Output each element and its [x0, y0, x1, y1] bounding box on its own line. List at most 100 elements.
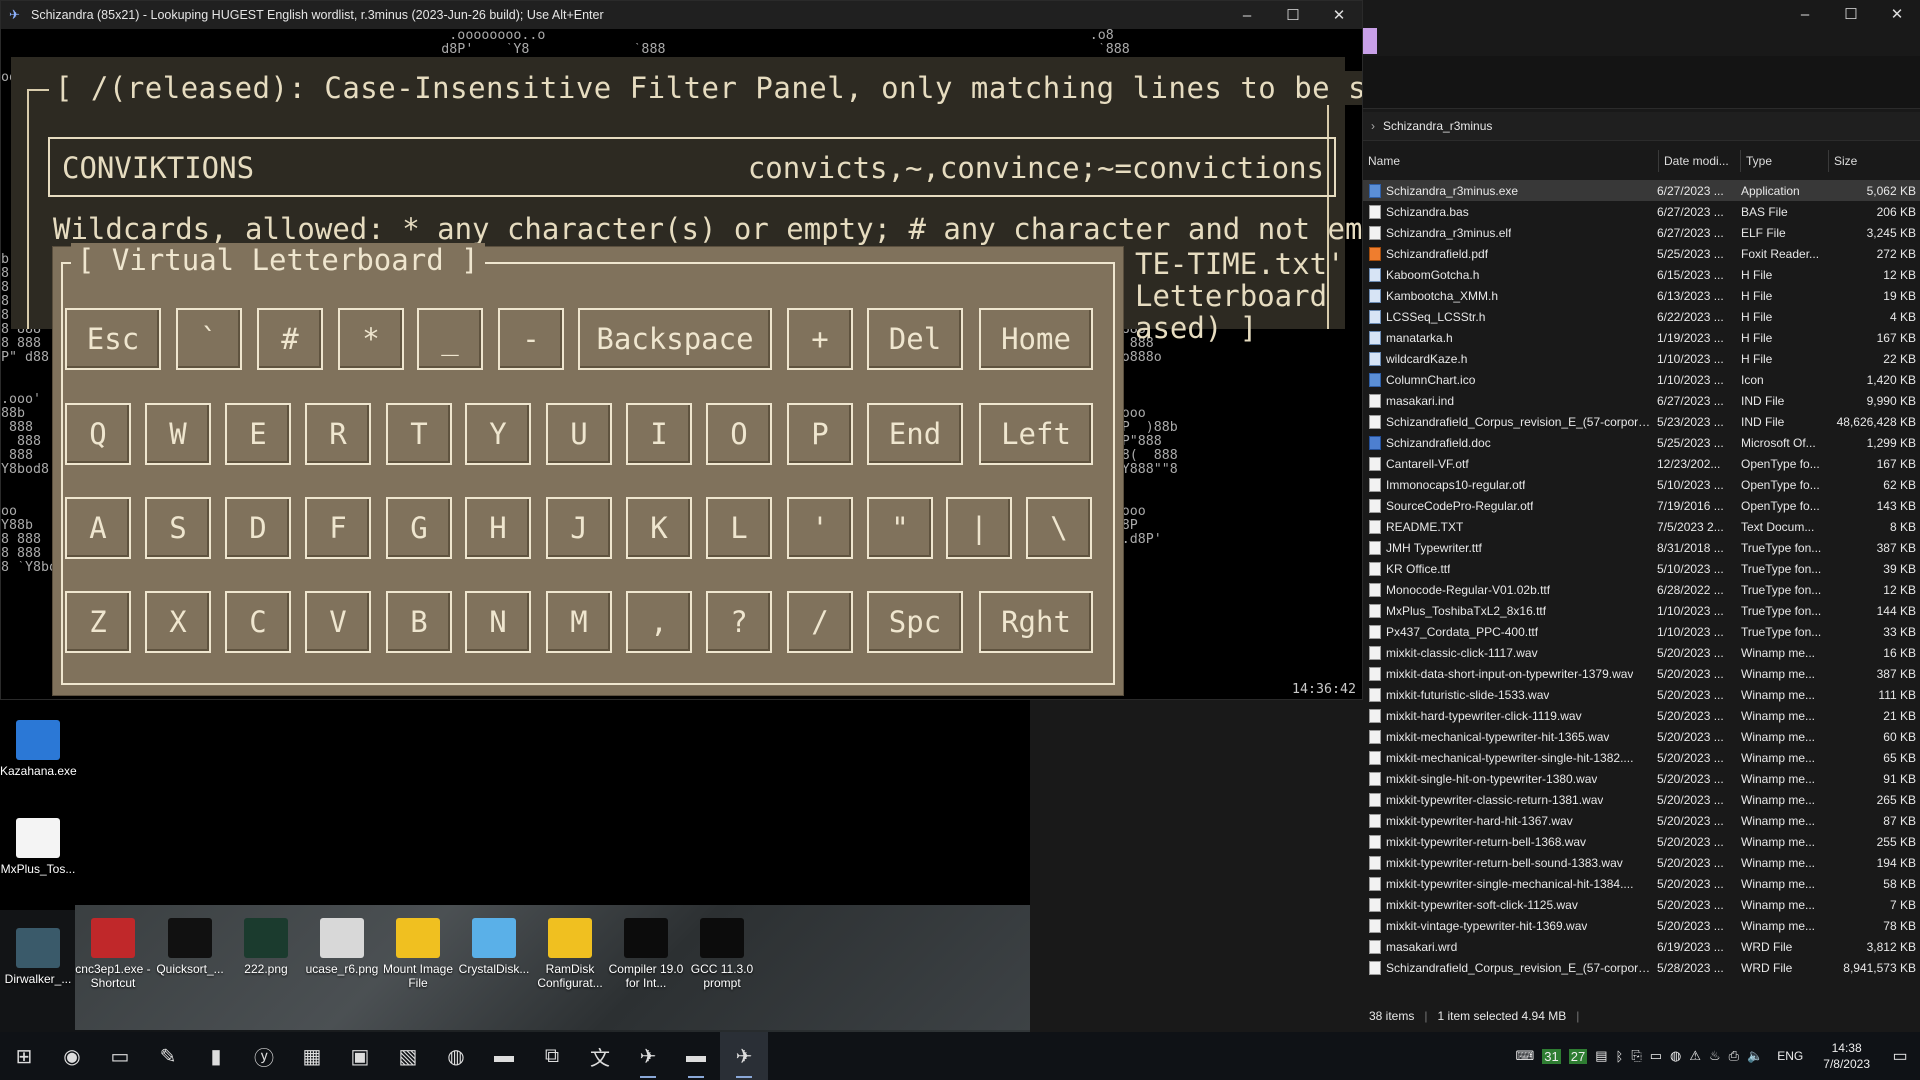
taskbar-notepad-icon[interactable]: ✎ [144, 1032, 192, 1080]
file-row[interactable]: mixkit-mechanical-typewriter-hit-1365.wa… [1363, 726, 1920, 747]
key-0-2[interactable]: # [257, 308, 323, 370]
console-window[interactable]: ✈ Schizandra (85x21) - Lookuping HUGEST … [0, 0, 1363, 700]
file-row[interactable]: Monocode-Regular-V01.02b.ttf 6/28/2022 ..… [1363, 579, 1920, 600]
desktop-icon[interactable]: GCC 11.3.0 prompt [684, 918, 760, 990]
desktop-icon[interactable]: CrystalDisk... [456, 918, 532, 976]
taskbar-firefox-icon[interactable]: ◉ [48, 1032, 96, 1080]
tray-counter-2[interactable]: 27 [1568, 1048, 1588, 1064]
taskbar-schizandra-2-icon[interactable]: ✈ [720, 1032, 768, 1080]
key-1-2[interactable]: E [225, 403, 291, 465]
key-1-10[interactable]: End [867, 403, 963, 465]
warning-icon[interactable]: ⚠ [1689, 1048, 1701, 1064]
file-row[interactable]: mixkit-typewriter-classic-return-1381.wa… [1363, 789, 1920, 810]
battery-icon[interactable]: ▭ [1650, 1048, 1662, 1064]
language-indicator[interactable]: ENG [1777, 1049, 1803, 1063]
key-3-1[interactable]: X [145, 591, 211, 653]
keyboard-icon[interactable]: ⌨ [1516, 1048, 1535, 1064]
printer-icon[interactable]: ⎙ [1729, 1048, 1739, 1064]
file-row[interactable]: ColumnChart.ico 1/10/2023 ... Icon 1,420 KB [1363, 369, 1920, 390]
column-header-size[interactable]: Size [1829, 150, 1919, 172]
desktop-icon[interactable]: Kazahana.exe [0, 720, 77, 778]
file-row[interactable]: mixkit-mechanical-typewriter-single-hit-… [1363, 747, 1920, 768]
console-titlebar[interactable]: ✈ Schizandra (85x21) - Lookuping HUGEST … [1, 1, 1362, 29]
key-3-10[interactable]: Spc [867, 591, 963, 653]
key-2-12[interactable]: \ [1026, 497, 1092, 559]
key-1-6[interactable]: U [546, 403, 612, 465]
taskbar-calculator-icon[interactable]: ▦ [288, 1032, 336, 1080]
taskbar-start-icon[interactable]: ⊞ [0, 1032, 48, 1080]
key-3-11[interactable]: Rght [979, 591, 1093, 653]
explorer-minimize-button[interactable]: – [1782, 0, 1828, 28]
taskbar-globe-app-icon[interactable]: ◍ [432, 1032, 480, 1080]
key-0-5[interactable]: - [498, 308, 564, 370]
key-3-2[interactable]: C [225, 591, 291, 653]
file-row[interactable]: wildcardKaze.h 1/10/2023 ... H File 22 KB [1363, 348, 1920, 369]
explorer-close-button[interactable]: ✕ [1874, 0, 1920, 28]
minimize-button[interactable]: – [1224, 1, 1270, 29]
desktop-icon[interactable]: Mount Image File [380, 918, 456, 990]
file-row[interactable]: mixkit-typewriter-return-bell-sound-1383… [1363, 852, 1920, 873]
file-row[interactable]: mixkit-typewriter-hard-hit-1367.wav 5/20/… [1363, 810, 1920, 831]
key-0-1[interactable]: ` [176, 308, 242, 370]
file-row[interactable]: Schizandra_r3minus.exe 6/27/2023 ... Appli… [1363, 180, 1920, 201]
key-0-6[interactable]: Backspace [578, 308, 772, 370]
key-2-2[interactable]: D [225, 497, 291, 559]
taskbar-schizandra-1-icon[interactable]: ✈ [624, 1032, 672, 1080]
desktop-icon[interactable]: ucase_r6.png [304, 918, 380, 976]
desktop-icon[interactable]: MxPlus_Tos... [0, 818, 76, 876]
file-row[interactable]: mixkit-classic-click-1117.wav 5/20/2023 .… [1363, 642, 1920, 663]
key-1-8[interactable]: O [706, 403, 772, 465]
key-2-7[interactable]: K [626, 497, 692, 559]
key-2-3[interactable]: F [305, 497, 371, 559]
key-1-7[interactable]: I [626, 403, 692, 465]
desktop-icon[interactable]: Quicksort_... [152, 918, 228, 976]
key-0-8[interactable]: Del [867, 308, 963, 370]
key-2-6[interactable]: J [546, 497, 612, 559]
file-row[interactable]: mixkit-typewriter-return-bell-1368.wav 5/… [1363, 831, 1920, 852]
taskbar-console-icon[interactable]: ▬ [672, 1032, 720, 1080]
key-3-3[interactable]: V [305, 591, 371, 653]
file-row[interactable]: masakari.ind 6/27/2023 ... IND File 9,990 K… [1363, 390, 1920, 411]
file-row[interactable]: Cantarell-VF.otf 12/23/202... OpenType fo.… [1363, 453, 1920, 474]
key-1-5[interactable]: Y [465, 403, 531, 465]
key-3-9[interactable]: / [787, 591, 853, 653]
close-button[interactable]: ✕ [1316, 1, 1362, 29]
file-explorer-window[interactable]: – ☐ ✕ › Schizandra_r3minus Name Date mod… [1363, 0, 1920, 1032]
desktop-icon[interactable]: Compiler 19.0 for Int... [608, 918, 684, 990]
file-row[interactable]: Px437_Cordata_PPC-400.ttf 1/10/2023 ... Tr… [1363, 621, 1920, 642]
file-row[interactable]: LCSSeq_LCSStr.h 6/22/2023 ... H File 4 KB [1363, 306, 1920, 327]
file-row[interactable]: mixkit-typewriter-soft-click-1125.wav 5/2… [1363, 894, 1920, 915]
file-row[interactable]: masakari.wrd 6/19/2023 ... WRD File 3,812 K… [1363, 936, 1920, 957]
filter-input-box[interactable]: CONVIKTIONS convicts,~,convince;~=convic… [48, 137, 1336, 197]
taskbar-task-app-icon[interactable]: ⧉ [528, 1032, 576, 1080]
breadcrumb[interactable]: › Schizandra_r3minus [1363, 112, 1920, 141]
file-row[interactable]: Schizandrafield.pdf 5/25/2023 ... Foxit Re… [1363, 243, 1920, 264]
key-1-11[interactable]: Left [979, 403, 1093, 465]
key-3-8[interactable]: ? [706, 591, 772, 653]
explorer-maximize-button[interactable]: ☐ [1828, 0, 1874, 28]
file-row[interactable]: README.TXT 7/5/2023 2... Text Docum... 8 KB [1363, 516, 1920, 537]
key-0-3[interactable]: * [338, 308, 404, 370]
file-row[interactable]: KR Office.ttf 5/10/2023 ... TrueType fon..… [1363, 558, 1920, 579]
maximize-button[interactable]: ☐ [1270, 1, 1316, 29]
breadcrumb-folder[interactable]: Schizandra_r3minus [1383, 119, 1492, 133]
key-3-4[interactable]: B [386, 591, 452, 653]
key-2-8[interactable]: L [706, 497, 772, 559]
desktop-icon[interactable]: RamDisk Configurat... [532, 918, 608, 990]
taskbar-chip-app-icon[interactable]: ▣ [336, 1032, 384, 1080]
key-2-0[interactable]: A [65, 497, 131, 559]
desktop-icon[interactable]: cnc3ep1.exe - Shortcut [75, 918, 151, 990]
key-0-4[interactable]: _ [417, 308, 483, 370]
file-row[interactable]: manatarka.h 1/19/2023 ... H File 167 KB [1363, 327, 1920, 348]
key-2-10[interactable]: " [867, 497, 933, 559]
key-3-6[interactable]: M [546, 591, 612, 653]
file-row[interactable]: mixkit-data-short-input-on-typewriter-13… [1363, 663, 1920, 684]
file-row[interactable]: mixkit-hard-typewriter-click-1119.wav 5/2… [1363, 705, 1920, 726]
file-row[interactable]: Kambootcha_XMM.h 6/13/2023 ... H File 19 KB [1363, 285, 1920, 306]
key-1-0[interactable]: Q [65, 403, 131, 465]
desktop-icon[interactable]: Dirwalker_... [0, 928, 76, 986]
file-row[interactable]: Schizandrafield_Corpus_revision_E_(57-co… [1363, 957, 1920, 978]
key-0-7[interactable]: + [787, 308, 853, 370]
network-icon[interactable]: ◍ [1670, 1048, 1681, 1064]
tray-counter-1[interactable]: 31 [1542, 1048, 1561, 1064]
